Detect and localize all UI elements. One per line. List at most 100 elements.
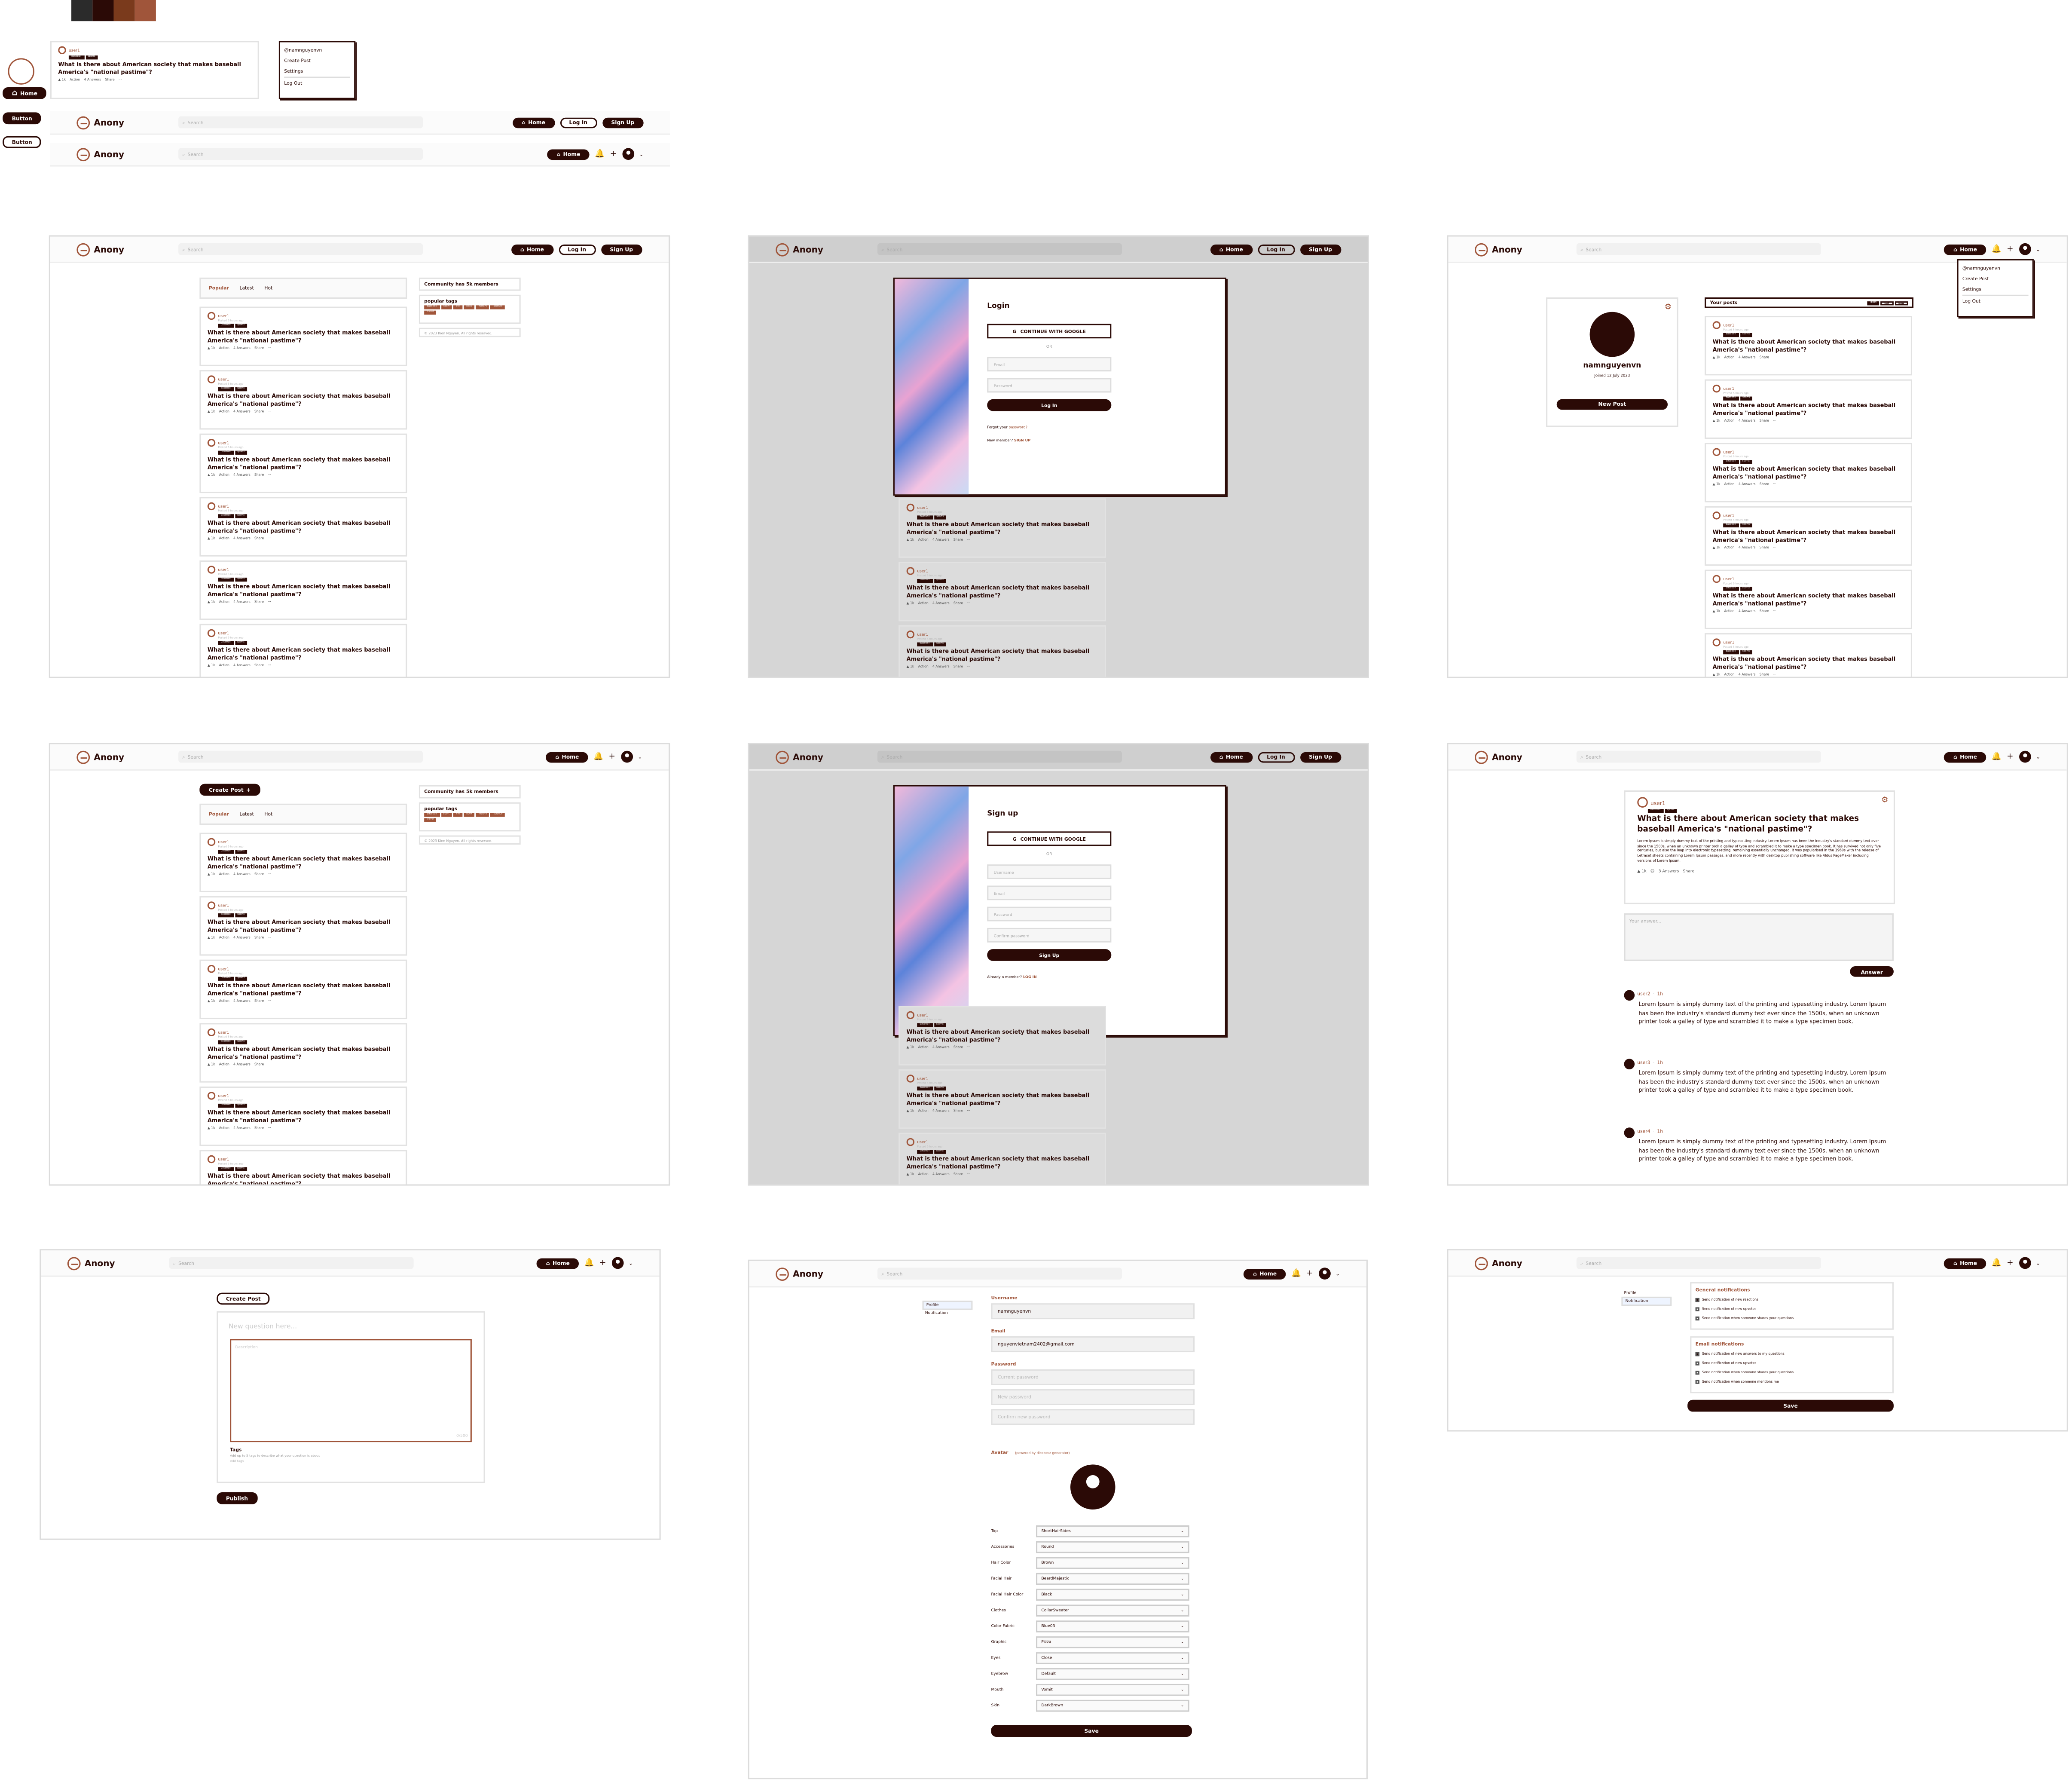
plus-icon[interactable]: + xyxy=(609,752,615,760)
upvote-button[interactable]: ▲ 1k xyxy=(208,999,215,1003)
username-field[interactable]: Username xyxy=(987,864,1112,879)
post-title[interactable]: What is there about American society tha… xyxy=(907,1029,1098,1044)
sample-post-card[interactable]: user1 baseball sports What is there about… xyxy=(50,41,259,99)
answers-button[interactable]: 4 Answers xyxy=(233,473,251,477)
reaction-button[interactable]: Action xyxy=(219,663,229,667)
answers-button[interactable]: 4 Answers xyxy=(932,1045,950,1049)
tag[interactable]: baseball xyxy=(1723,396,1739,401)
tag[interactable]: baseball xyxy=(1723,333,1739,337)
share-button[interactable]: Share xyxy=(1683,868,1695,873)
avatar-option-select[interactable]: BeardMajestic ⌄ xyxy=(1036,1572,1189,1584)
share-button[interactable]: Share xyxy=(254,346,264,350)
avatar-option-select[interactable]: Pizza ⌄ xyxy=(1036,1635,1189,1648)
checkbox[interactable] xyxy=(1695,1316,1699,1321)
answers-button[interactable]: 4 Answers xyxy=(233,1126,251,1130)
post-card[interactable]: user1 Posted 6 hours ago baseball sports Wha… xyxy=(1705,633,1912,677)
search-input[interactable]: ⌕ Search xyxy=(877,1268,1122,1280)
chevron-down-icon[interactable]: ⌄ xyxy=(638,753,642,759)
tag[interactable]: baseball xyxy=(218,450,233,455)
tag[interactable]: sports xyxy=(933,579,947,583)
share-button[interactable]: Share xyxy=(254,1062,264,1066)
post-card[interactable]: user1 Posted 6 hours ago baseball sports Wha… xyxy=(898,1006,1106,1066)
upvote-button[interactable]: ▲ 1k xyxy=(907,1108,914,1112)
tag[interactable]: sports xyxy=(1739,523,1753,528)
post-title[interactable]: What is there about American society tha… xyxy=(208,392,399,408)
post-card[interactable]: user1 Posted 6 hours ago baseball sports Wha… xyxy=(199,433,407,493)
tag[interactable]: baseball xyxy=(218,514,233,518)
post-card[interactable]: user1 Posted 6 hours ago baseball sports Wha… xyxy=(898,625,1106,677)
tag[interactable]: science xyxy=(491,305,505,309)
dropdown-create-post[interactable]: Create Post xyxy=(284,55,350,66)
reaction-button[interactable]: Action xyxy=(219,346,229,350)
post-card[interactable]: user1 Posted 6 hours ago baseball sports Wha… xyxy=(199,1150,407,1185)
post-card[interactable]: user1 Posted 6 hours ago baseball sports Wha… xyxy=(199,1023,407,1083)
tag[interactable]: sports xyxy=(234,387,248,392)
home-button[interactable]: ⌂ Home xyxy=(1944,244,1986,254)
post-title[interactable]: What is there about American society tha… xyxy=(58,61,251,76)
tag[interactable]: sports xyxy=(933,515,947,520)
post-title[interactable]: What is there about American society tha… xyxy=(208,1046,399,1061)
sample-home-button[interactable]: ⌂ Home xyxy=(3,87,47,99)
notification-option[interactable]: Send notification of new answers to my q… xyxy=(1695,1350,1889,1359)
signup-link[interactable]: SIGN UP xyxy=(1014,438,1030,443)
tag[interactable]: sports xyxy=(933,1023,947,1027)
gear-icon[interactable]: ⚙ xyxy=(1665,303,1672,312)
plus-icon[interactable]: + xyxy=(2007,1258,2013,1267)
share-button[interactable]: Share xyxy=(105,78,115,82)
more-button[interactable]: ··· xyxy=(268,872,271,876)
filter-new[interactable]: New xyxy=(1894,300,1908,305)
post-card[interactable]: user1 Posted 6 hours ago baseball sports Wha… xyxy=(1705,315,1912,376)
share-button[interactable]: Share xyxy=(953,1172,963,1176)
sample-button-filled[interactable]: Button xyxy=(3,112,42,125)
app-name[interactable]: Anony xyxy=(1492,244,1522,254)
tag[interactable]: sports xyxy=(1739,587,1753,591)
answers-button[interactable]: 4 Answers xyxy=(1739,609,1756,613)
answers-button[interactable]: 3 Answers xyxy=(1659,868,1679,873)
notification-option[interactable]: Send notification when someone mentions … xyxy=(1695,1377,1889,1387)
avatar[interactable] xyxy=(1318,1268,1330,1280)
chevron-down-icon[interactable]: ⌄ xyxy=(2036,1260,2040,1265)
tag[interactable]: travel xyxy=(424,310,437,315)
tag[interactable]: history xyxy=(476,813,490,817)
upvote-button[interactable]: ▲ 1k xyxy=(1713,673,1721,677)
tab-popular[interactable]: Popular xyxy=(209,811,229,817)
password-field[interactable]: Password xyxy=(987,906,1112,922)
tag[interactable]: sports xyxy=(234,913,248,918)
answers-button[interactable]: 4 Answers xyxy=(233,872,251,876)
reaction-button[interactable]: Action xyxy=(219,536,229,540)
home-button[interactable]: ⌂ Home xyxy=(546,751,588,762)
more-button[interactable]: ··· xyxy=(967,601,970,605)
tag[interactable]: sports xyxy=(1739,460,1753,464)
login-link[interactable]: LOG IN xyxy=(1023,974,1037,979)
tab-popular[interactable]: Popular xyxy=(209,285,229,291)
checkbox[interactable] xyxy=(1695,1380,1699,1384)
post-card[interactable]: user1 Posted 6 hours ago baseball sports Wha… xyxy=(1705,379,1912,439)
post-title[interactable]: What is there about American society tha… xyxy=(208,520,399,535)
bell-icon[interactable]: 🔔 xyxy=(584,1258,594,1267)
answers-button[interactable]: 4 Answers xyxy=(1739,482,1756,486)
answers-button[interactable]: 4 Answers xyxy=(1739,673,1756,677)
app-name[interactable]: Anony xyxy=(1492,1258,1522,1268)
share-button[interactable]: Share xyxy=(953,1045,963,1049)
answers-button[interactable]: 4 Answers xyxy=(932,1172,950,1176)
reaction-button[interactable]: Action xyxy=(918,601,929,605)
plus-icon[interactable]: + xyxy=(610,150,617,158)
signup-button[interactable]: Sign Up xyxy=(602,117,644,128)
confirm-password-input[interactable]: Confirm new password xyxy=(991,1409,1195,1425)
tag[interactable]: sports xyxy=(234,514,248,518)
tag[interactable]: baseball xyxy=(218,850,233,854)
app-name[interactable]: Anony xyxy=(94,244,124,254)
post-title[interactable]: What is there about American society tha… xyxy=(1713,592,1904,608)
tag[interactable]: sports xyxy=(1664,809,1677,813)
bell-icon[interactable]: 🔔 xyxy=(1992,1258,2002,1267)
more-button[interactable]: ··· xyxy=(268,1126,271,1130)
upvote-button[interactable]: ▲ 1k xyxy=(907,538,914,542)
post-title[interactable]: What is there about American society tha… xyxy=(1713,402,1904,417)
create-post-button[interactable]: Create Post + xyxy=(199,784,260,796)
post-title[interactable]: What is there about American society tha… xyxy=(208,646,399,662)
avatar-option-select[interactable]: Brown ⌄ xyxy=(1036,1556,1189,1568)
avatar-option-select[interactable]: Vomit ⌄ xyxy=(1036,1683,1189,1696)
search-input[interactable]: ⌕ Search xyxy=(169,1257,414,1269)
upvote-button[interactable]: ▲ 1k xyxy=(1637,868,1646,873)
avatar[interactable] xyxy=(622,148,634,160)
